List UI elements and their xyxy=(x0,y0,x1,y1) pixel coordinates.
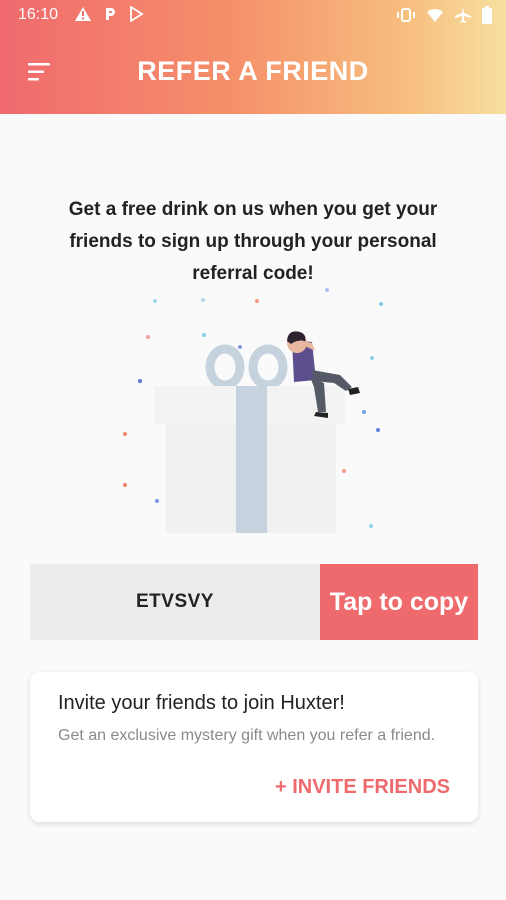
status-time: 16:10 xyxy=(18,6,59,23)
play-store-icon xyxy=(130,6,144,22)
gift-bow xyxy=(205,344,288,390)
invite-card: Invite your friends to join Huxter! Get … xyxy=(30,672,478,822)
referral-code-row: ETVSVY Tap to copy xyxy=(30,564,478,640)
app-header: 16:10 REFER A FRIEND xyxy=(0,0,506,114)
wifi-icon xyxy=(427,8,443,22)
tap-to-copy-button[interactable]: Tap to copy xyxy=(320,564,478,640)
referral-code[interactable]: ETVSVY xyxy=(30,564,320,640)
gift-ribbon xyxy=(236,386,267,533)
invite-friends-button[interactable]: + INVITE FRIENDS xyxy=(275,776,450,799)
invite-title: Invite your friends to join Huxter! xyxy=(58,692,345,714)
invite-description: Get an exclusive mystery gift when you r… xyxy=(58,727,436,744)
gift-box-illustration xyxy=(123,288,383,533)
parking-icon xyxy=(106,8,115,20)
intro-text: Get a free drink on us when you get your… xyxy=(68,199,438,284)
vibrate-icon xyxy=(397,8,415,22)
airplane-icon xyxy=(455,7,471,23)
battery-icon xyxy=(482,6,492,24)
warning-icon xyxy=(75,7,91,21)
page-title: REFER A FRIEND xyxy=(137,56,369,86)
status-right-icons xyxy=(396,6,492,24)
status-bar: 16:10 xyxy=(0,0,506,32)
status-left-icons xyxy=(74,6,144,22)
